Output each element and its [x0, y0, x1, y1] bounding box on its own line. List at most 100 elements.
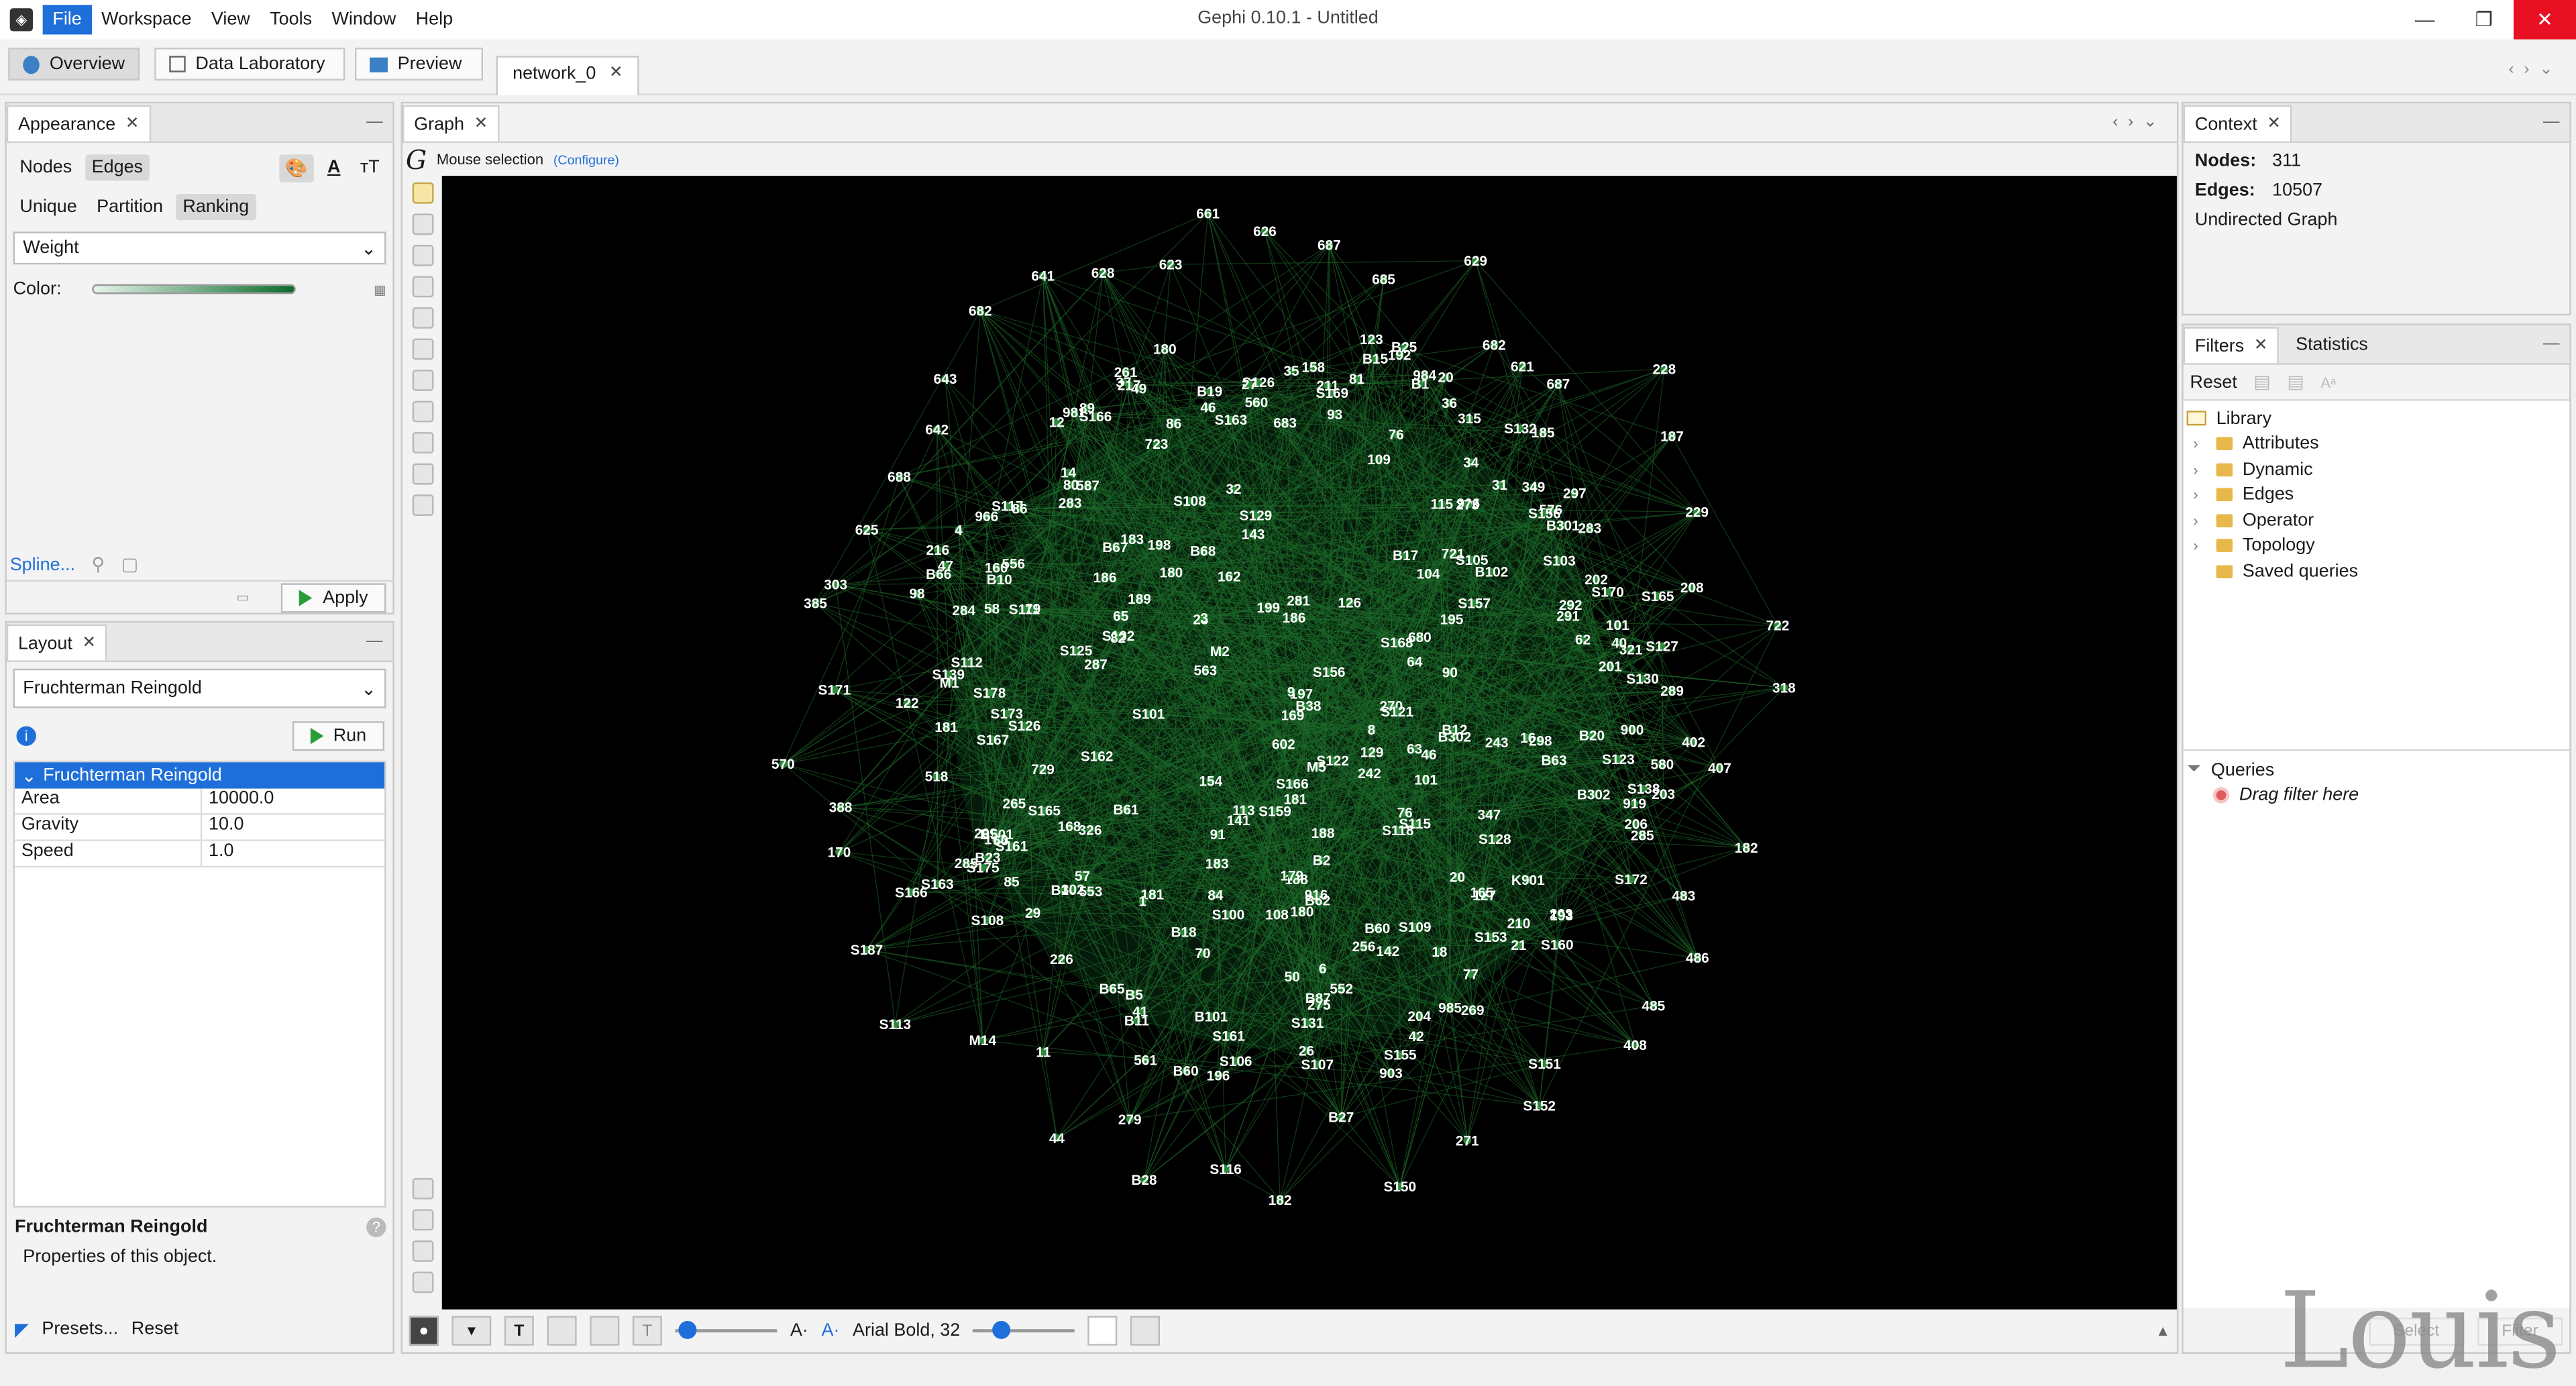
graph-node[interactable]: 113 [1232, 803, 1255, 818]
graph-node[interactable]: S130 [1626, 672, 1659, 687]
graph-node[interactable]: 408 [1623, 1038, 1647, 1053]
graph-node[interactable]: 518 [925, 769, 949, 785]
graph-node[interactable]: 315 [1458, 411, 1481, 427]
graph-node[interactable]: 4 [955, 523, 963, 539]
workspace-tab[interactable]: network_0 ✕ [496, 56, 640, 96]
graph-node[interactable]: 721 [1442, 546, 1465, 562]
font-label[interactable]: Arial Bold, 32 [853, 1321, 960, 1340]
brush-icon[interactable] [411, 307, 433, 329]
graph-node[interactable]: 142 [1376, 944, 1399, 959]
graph-node[interactable]: S171 [818, 682, 851, 698]
save-icon[interactable]: ▤ [2287, 371, 2304, 392]
layout-reset-button[interactable]: Reset [131, 1320, 178, 1341]
graph-node[interactable]: 210 [1507, 916, 1531, 932]
graph-node[interactable]: B12 [1442, 723, 1467, 738]
configure-link[interactable]: (Configure) [553, 152, 619, 167]
graph-node[interactable]: S131 [1291, 1016, 1324, 1031]
size-icon[interactable] [411, 338, 433, 360]
graph-node[interactable]: 195 [1440, 612, 1464, 628]
graph-node[interactable]: 11 [1036, 1045, 1051, 1060]
graph-node[interactable]: 642 [925, 423, 949, 438]
close-tab-icon[interactable]: ✕ [609, 64, 623, 89]
label-color-icon[interactable]: A [321, 154, 347, 180]
tab-nav-arrows[interactable]: ‹›⌄ [2509, 61, 2563, 79]
appearance-tab[interactable]: Appearance ✕ [6, 105, 151, 142]
graph-node[interactable]: B5 [1125, 988, 1143, 1003]
edges-tab[interactable]: Edges [85, 154, 150, 181]
graph-node[interactable]: S172 [1615, 872, 1648, 888]
graph-node[interactable]: 21 [1511, 938, 1526, 953]
graph-node[interactable]: 985 [1438, 1001, 1462, 1016]
graph-nav-arrows[interactable]: ‹›⌄ [2112, 113, 2167, 131]
minimize-icon[interactable]: — [366, 113, 382, 131]
close-icon[interactable]: ✕ [125, 115, 140, 133]
graph-node[interactable]: S129 [1240, 508, 1273, 523]
graph-node[interactable]: 158 [1301, 360, 1325, 376]
menu-tools[interactable]: Tools [260, 5, 321, 34]
graph-node[interactable]: B60 [1173, 1063, 1199, 1079]
graph-node[interactable]: 580 [1651, 757, 1674, 772]
graph-node[interactable]: 3 [1200, 611, 1209, 627]
filters-tab[interactable]: Filters ✕ [2183, 327, 2279, 364]
queries-root[interactable]: ⏷ Queries [2184, 757, 2570, 783]
graph-node[interactable]: 256 [1352, 939, 1376, 955]
shortest-path-icon[interactable] [411, 401, 433, 423]
graph-node[interactable]: 683 [1273, 416, 1297, 431]
filters-reset-button[interactable]: Reset [2190, 372, 2237, 392]
presets-button[interactable]: Presets... [42, 1320, 118, 1341]
graph-node[interactable]: B11 [1124, 1013, 1149, 1028]
partition-mode[interactable]: Partition [90, 194, 169, 220]
graph-node[interactable]: 229 [1685, 505, 1709, 521]
graph-node[interactable]: 284 [952, 603, 975, 619]
graph-node[interactable]: 641 [1031, 269, 1055, 284]
graph-node[interactable]: S160 [1541, 937, 1574, 953]
image-settings-icon[interactable]: ▾ [451, 1316, 492, 1346]
graph-node[interactable]: 661 [1196, 207, 1220, 222]
graph-node[interactable]: S121 [1381, 704, 1413, 720]
graph-node[interactable]: 27 [1242, 377, 1257, 392]
graph-node[interactable]: 283 [1059, 496, 1082, 511]
graph-node[interactable]: 154 [1199, 774, 1222, 789]
graph-node[interactable]: 32 [1226, 482, 1241, 497]
graph-node[interactable]: 485 [1642, 999, 1666, 1014]
graph-node[interactable]: 180 [1153, 342, 1177, 358]
graph-node[interactable]: S101 [1132, 706, 1165, 722]
graph-node[interactable]: 626 [1253, 224, 1277, 239]
graph-node[interactable]: 563 [1194, 663, 1218, 679]
tree-item-dynamic[interactable]: › Dynamic [2184, 457, 2570, 482]
graph-node[interactable]: 643 [934, 372, 957, 387]
graph-node[interactable]: 981 [1063, 405, 1086, 421]
graph-node[interactable]: S163 [1215, 413, 1248, 428]
graph-node[interactable]: 104 [1417, 567, 1440, 582]
graph-node[interactable]: 560 [1245, 395, 1269, 411]
graph-node[interactable]: S125 [1060, 643, 1093, 659]
graph-tab[interactable]: Graph ✕ [402, 105, 500, 142]
graph-node[interactable]: 187 [1660, 429, 1684, 444]
graph-node[interactable]: 180 [1291, 904, 1314, 920]
apply-button[interactable]: Apply [281, 582, 386, 612]
export-icon[interactable]: ▤ [2253, 371, 2270, 392]
graph-node[interactable]: 185 [1532, 425, 1555, 441]
minimize-button[interactable]: — [2396, 0, 2455, 40]
library-node[interactable]: Library [2184, 406, 2570, 431]
graph-node[interactable]: 86 [1166, 416, 1181, 431]
graph-node[interactable]: 347 [1478, 808, 1501, 823]
graph-node[interactable]: B17 [1393, 548, 1418, 564]
graph-node[interactable]: S139 [932, 668, 965, 683]
graph-node[interactable]: 20 [1450, 870, 1465, 886]
graph-node[interactable]: 101 [1606, 618, 1629, 633]
minimize-icon[interactable]: — [2543, 335, 2559, 354]
clear-icon[interactable]: ▢ [121, 553, 138, 575]
graph-node[interactable]: 1 [1138, 894, 1147, 910]
graph-node[interactable]: 58 [984, 602, 1000, 617]
graph-node[interactable]: 79 [1025, 602, 1040, 617]
close-icon[interactable]: ✕ [2267, 115, 2281, 133]
graph-node[interactable]: 385 [804, 596, 827, 611]
property-row[interactable]: Speed 1.0 [15, 841, 385, 868]
graph-node[interactable]: 26 [1299, 1043, 1314, 1059]
painter-icon[interactable] [411, 276, 433, 298]
graph-node[interactable]: 162 [1218, 569, 1241, 584]
graph-node[interactable]: 903 [1379, 1066, 1403, 1081]
speed-value[interactable]: 1.0 [202, 841, 233, 866]
edges-toggle-icon[interactable] [547, 1316, 577, 1346]
